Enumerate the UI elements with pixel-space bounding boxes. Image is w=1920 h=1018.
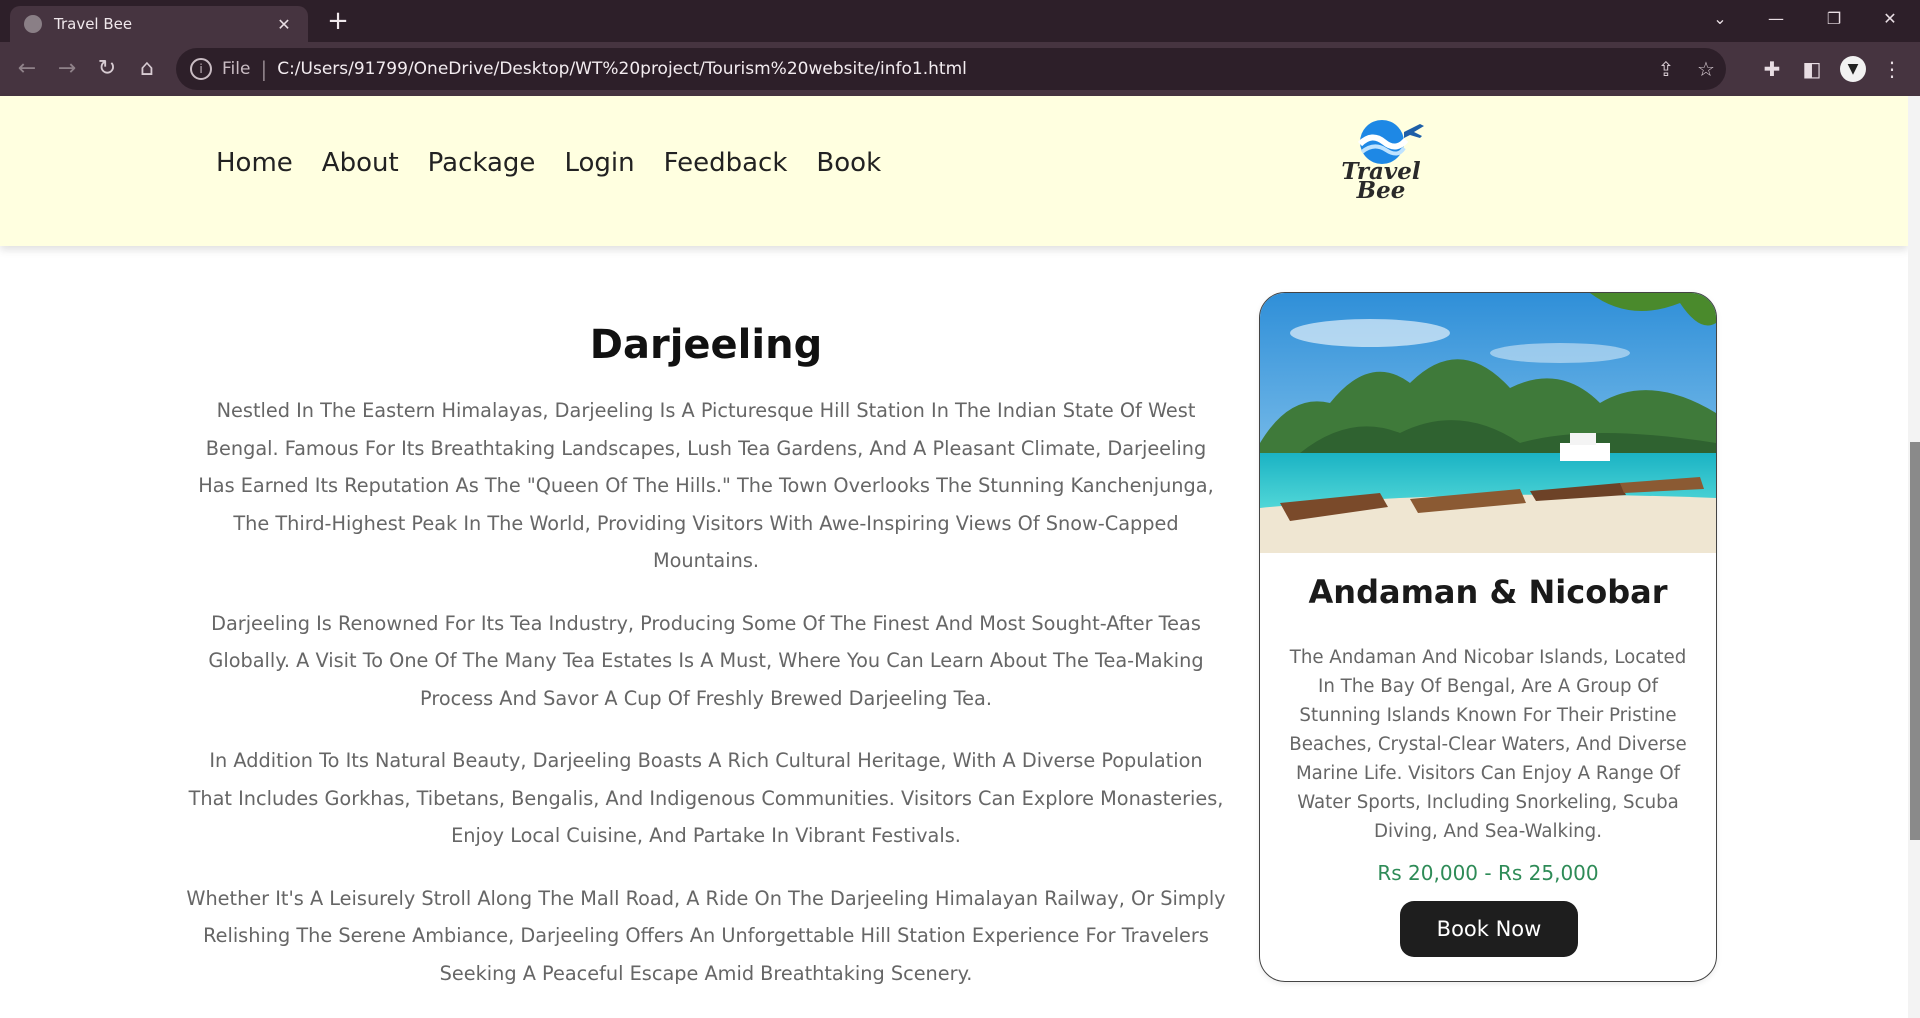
article-title: Darjeeling [589,322,823,368]
nav-login[interactable]: Login [564,148,634,178]
card-description: The Andaman And Nicobar Islands, Located… [1289,647,1687,842]
site-header: Home About Package Login Feedback Book T… [0,96,1908,246]
logo-text: Travel Bee [1338,160,1424,202]
info-icon[interactable]: i [190,58,212,80]
package-card: Andaman & Nicobar The Andaman And Nicoba… [1259,292,1717,982]
article: Darjeeling Nestled In The Eastern Himala… [186,300,1226,1017]
star-icon[interactable]: ☆ [1686,57,1726,81]
tab-search-icon[interactable]: ⌄ [1694,0,1746,38]
nav-home[interactable]: Home [216,148,293,178]
share-icon[interactable]: ⇪ [1646,57,1686,81]
globe-icon [24,15,42,33]
main-nav: Home About Package Login Feedback Book [216,148,910,178]
restore-button[interactable]: ❐ [1808,0,1860,38]
book-now-button[interactable]: Book Now [1400,901,1578,957]
article-paragraph: Darjeeling Is Renowned For Its Tea Indus… [208,611,1204,710]
address-separator: | [260,57,268,81]
new-tab-button[interactable]: + [324,6,352,36]
nav-feedback[interactable]: Feedback [664,148,788,178]
close-tab-icon[interactable]: ✕ [274,15,294,34]
tab-title: Travel Bee [54,15,133,33]
travel-bee-logo[interactable]: Travel Bee [1338,118,1438,218]
forward-button[interactable]: → [51,53,83,85]
kebab-menu-icon[interactable]: ⋮ [1876,53,1908,85]
browser-toolbar: ← → ↻ ⌂ i File | C:/Users/91799/OneDrive… [0,42,1920,96]
browser-tab-strip: Travel Bee ✕ + ⌄ — ❐ ✕ [0,0,1920,42]
browser-tab[interactable]: Travel Bee ✕ [10,6,308,42]
url-text[interactable]: C:/Users/91799/OneDrive/Desktop/WT%20pro… [277,59,1646,79]
address-bar[interactable]: i File | C:/Users/91799/OneDrive/Desktop… [176,48,1726,90]
extension-icon[interactable]: ▼ [1840,56,1866,82]
card-price: Rs 20,000 - Rs 25,000 [1377,861,1599,885]
nav-about[interactable]: About [322,148,399,178]
puzzle-icon[interactable]: ✚ [1756,53,1788,85]
reload-button[interactable]: ↻ [91,53,123,85]
nav-package[interactable]: Package [428,148,536,178]
article-paragraph: Nestled In The Eastern Himalayas, Darjee… [198,399,1214,572]
nav-book[interactable]: Book [816,148,881,178]
article-paragraph: Whether It's A Leisurely Stroll Along Th… [186,886,1226,985]
home-button[interactable]: ⌂ [131,53,163,85]
back-button[interactable]: ← [11,53,43,85]
card-title: Andaman & Nicobar [1308,573,1668,611]
scrollbar-thumb[interactable] [1910,442,1920,840]
close-window-button[interactable]: ✕ [1864,0,1916,38]
side-panel-icon[interactable]: ◧ [1796,53,1828,85]
minimize-button[interactable]: — [1750,0,1802,38]
article-paragraph: In Addition To Its Natural Beauty, Darje… [188,749,1224,847]
beach-boats-image [1260,293,1716,553]
file-scheme-label: File [222,59,251,79]
